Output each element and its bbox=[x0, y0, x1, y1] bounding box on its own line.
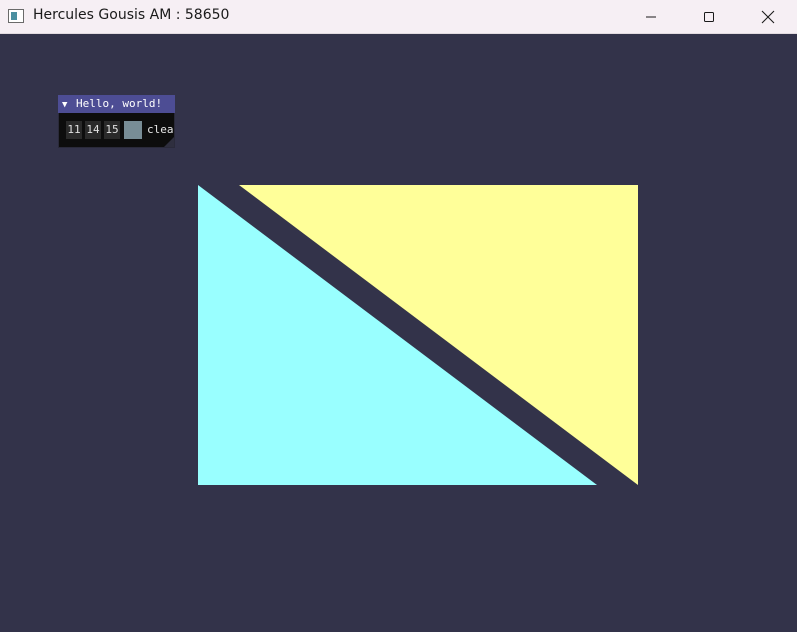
minimize-button[interactable] bbox=[622, 0, 680, 33]
color-g-field[interactable]: 14 bbox=[85, 121, 101, 139]
color-swatch-button[interactable] bbox=[124, 121, 142, 139]
app-window-icon bbox=[8, 9, 24, 23]
maximize-button[interactable] bbox=[680, 0, 738, 33]
color-b-field[interactable]: 15 bbox=[104, 121, 120, 139]
minimize-icon bbox=[646, 16, 656, 17]
close-icon bbox=[761, 10, 775, 23]
close-button[interactable] bbox=[739, 0, 797, 33]
imgui-window-title: Hello, world! bbox=[76, 97, 163, 110]
imgui-window[interactable]: ▼Hello, world! 11 14 15 clear color bbox=[58, 95, 175, 148]
color-r-field[interactable]: 11 bbox=[66, 121, 82, 139]
imgui-window-body: 11 14 15 clear color bbox=[58, 113, 175, 148]
imgui-title-bar[interactable]: ▼ Hello, world! bbox=[58, 95, 175, 113]
resize-grip[interactable] bbox=[164, 137, 174, 147]
maximize-icon bbox=[704, 11, 714, 22]
window-title: Hercules Gousis AM : 58650 bbox=[33, 7, 230, 23]
title-bar: Hercules Gousis AM : 58650 bbox=[0, 0, 797, 34]
collapse-arrow-icon[interactable]: ▼ bbox=[62, 96, 76, 113]
